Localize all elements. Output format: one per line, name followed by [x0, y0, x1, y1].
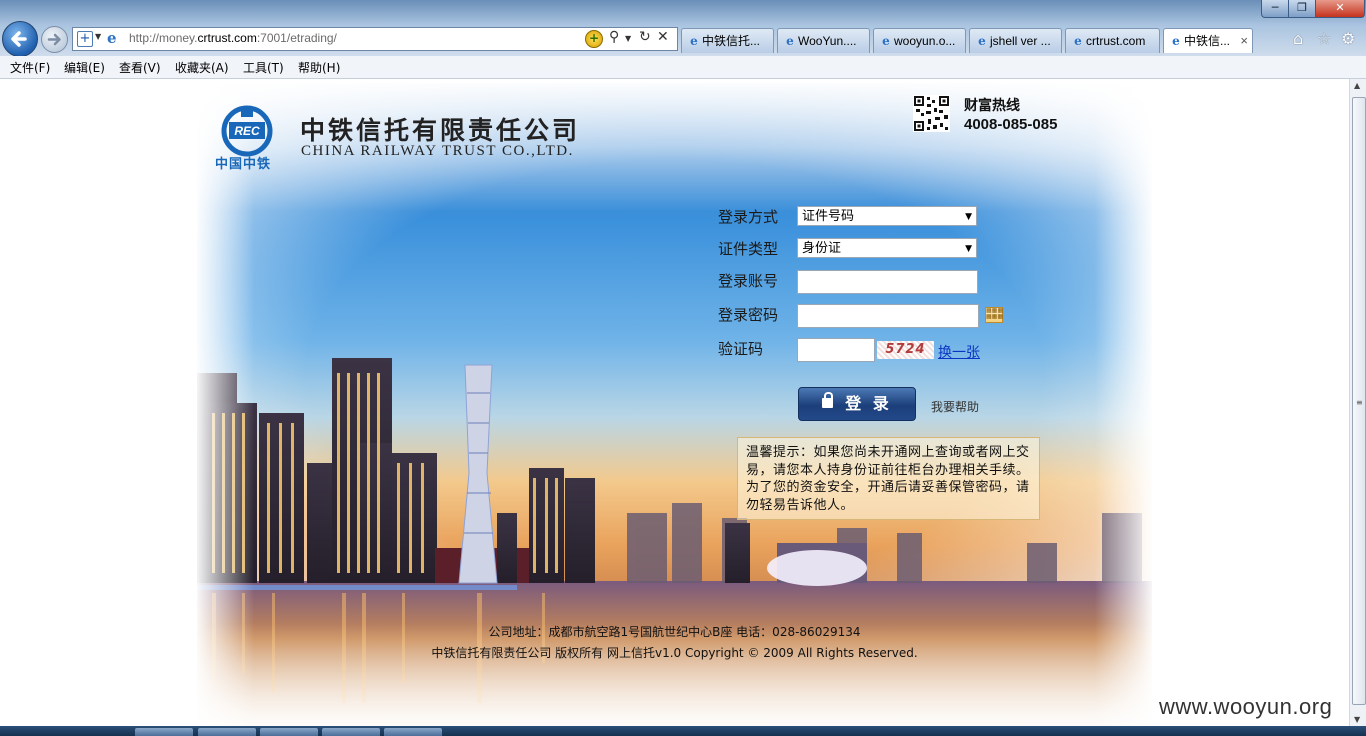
menu-bar: 文件(F) 编辑(E) 查看(V) 收藏夹(A) 工具(T) 帮助(H) [0, 56, 1366, 79]
windows-taskbar [0, 726, 1366, 736]
menu-favorites[interactable]: 收藏夹(A) [175, 59, 229, 76]
home-icon[interactable]: ⌂ [1293, 29, 1303, 48]
menu-file[interactable]: 文件(F) [10, 59, 50, 76]
tab-active[interactable]: e 中铁信... × [1163, 28, 1253, 53]
ie-tab-icon: e [786, 34, 794, 48]
tab-1[interactable]: e 中铁信托... [681, 28, 774, 53]
captcha-label: 验证码 [718, 340, 764, 358]
page-viewport: REC 中国中铁 中铁信托有限责任公司 CHINA RAILWAY TRUST … [0, 79, 1349, 726]
menu-tools[interactable]: 工具(T) [243, 59, 284, 76]
ie-page-icon: e [107, 29, 117, 47]
id-type-select[interactable]: 身份证 ▼ [797, 238, 977, 258]
scroll-up-arrow-icon[interactable]: ▲ [1354, 81, 1360, 90]
gear-icon[interactable]: ⚙ [1341, 29, 1355, 48]
captcha-refresh-link[interactable]: 换一张 [938, 342, 980, 362]
login-method-select[interactable]: 证件号码 ▼ [797, 206, 977, 226]
search-icon[interactable]: ⚲ [609, 29, 619, 45]
login-button[interactable]: 登 录 [798, 387, 916, 421]
refresh-icon[interactable]: ↻ [639, 29, 651, 45]
id-type-label: 证件类型 [718, 240, 779, 258]
notice-box: 温馨提示：如果您尚未开通网上查询或者网上交易，请您本人持身份证前往柜台办理相关手… [737, 437, 1040, 520]
ie-tab-icon: e [882, 34, 890, 48]
compatibility-view-icon[interactable]: + [585, 30, 603, 48]
ie-tab-icon: e [1172, 34, 1180, 48]
close-tab-icon[interactable]: × [1240, 29, 1248, 53]
search-dropdown-icon[interactable]: ▼ [625, 34, 631, 43]
company-name-cn: 中铁信托有限责任公司 [300, 116, 581, 145]
ie-tab-icon: e [1074, 34, 1082, 48]
forward-button[interactable] [41, 26, 68, 53]
taskbar-item[interactable] [198, 728, 256, 736]
captcha-image[interactable]: 5724 [877, 341, 934, 359]
tab-4[interactable]: e jshell ver ... [969, 28, 1062, 53]
login-panel: REC 中国中铁 中铁信托有限责任公司 CHINA RAILWAY TRUST … [197, 83, 1152, 726]
lock-icon [822, 392, 834, 408]
menu-edit[interactable]: 编辑(E) [64, 59, 105, 76]
vertical-scrollbar[interactable]: ▲ ≡ ▼ [1349, 79, 1366, 726]
taskbar-item[interactable] [135, 728, 193, 736]
address-url[interactable]: http://money.crtrust.com:7001/etrading/ [129, 31, 337, 45]
hotline-number: 4008-085-085 [964, 116, 1058, 133]
chevron-down-icon: ▼ [965, 212, 972, 222]
tab-2[interactable]: e WooYun.... [777, 28, 870, 53]
taskbar-item[interactable] [322, 728, 380, 736]
password-input[interactable] [797, 304, 979, 328]
qr-code-icon [913, 95, 950, 132]
scroll-grip-icon: ≡ [1356, 398, 1363, 407]
scroll-thumb[interactable]: ≡ [1352, 97, 1366, 705]
menu-view[interactable]: 查看(V) [119, 59, 161, 76]
menu-help[interactable]: 帮助(H) [298, 59, 340, 76]
soft-keyboard-icon[interactable]: ▦▦▦ ▦▦▦ [985, 307, 1003, 323]
tab-3[interactable]: e wooyun.o... [873, 28, 966, 53]
login-method-label: 登录方式 [718, 208, 779, 226]
dropdown-arrow-icon[interactable]: ▼ [95, 32, 101, 41]
add-favorite-icon[interactable]: + [77, 31, 93, 47]
back-button[interactable] [2, 21, 38, 56]
help-link[interactable]: 我要帮助 [931, 398, 979, 415]
svg-text:REC: REC [234, 124, 260, 138]
tab-5[interactable]: e crtrust.com [1065, 28, 1160, 53]
address-bar[interactable]: + ▼ e http://money.crtrust.com:7001/etra… [72, 27, 678, 51]
stop-icon[interactable]: ✕ [657, 29, 669, 45]
footer-copyright: 中铁信托有限责任公司 版权所有 网上信托v1.0 Copyright © 200… [431, 646, 918, 660]
minimize-button[interactable]: ─ [1261, 0, 1289, 18]
close-window-button[interactable]: ✕ [1315, 0, 1365, 18]
watermark: www.wooyun.org [1159, 694, 1333, 719]
maximize-button[interactable]: ❐ [1288, 0, 1316, 18]
browser-titlebar: ─ ❐ ✕ + ▼ e http://money.crtrust.com:700… [0, 0, 1366, 56]
company-name-en: CHINA RAILWAY TRUST CO.,LTD. [301, 143, 574, 159]
chevron-down-icon: ▼ [965, 244, 972, 254]
hotline-label: 财富热线 [964, 98, 1020, 114]
account-label: 登录账号 [718, 272, 779, 290]
ie-tab-icon: e [690, 34, 698, 48]
scroll-down-arrow-icon[interactable]: ▼ [1354, 715, 1360, 724]
ie-tab-icon: e [978, 34, 986, 48]
captcha-input[interactable] [797, 338, 875, 362]
logo-subtitle: 中国中铁 [215, 157, 272, 172]
password-label: 登录密码 [718, 306, 779, 324]
taskbar-item[interactable] [384, 728, 442, 736]
account-input[interactable] [797, 270, 978, 294]
forward-arrow-icon [47, 33, 61, 46]
back-arrow-icon [11, 31, 27, 47]
footer-address: 公司地址：成都市航空路1号国航世纪中心B座 电话：028-86029134 [488, 625, 861, 639]
taskbar-item[interactable] [260, 728, 318, 736]
favorites-star-icon[interactable]: ☆ [1317, 29, 1331, 48]
